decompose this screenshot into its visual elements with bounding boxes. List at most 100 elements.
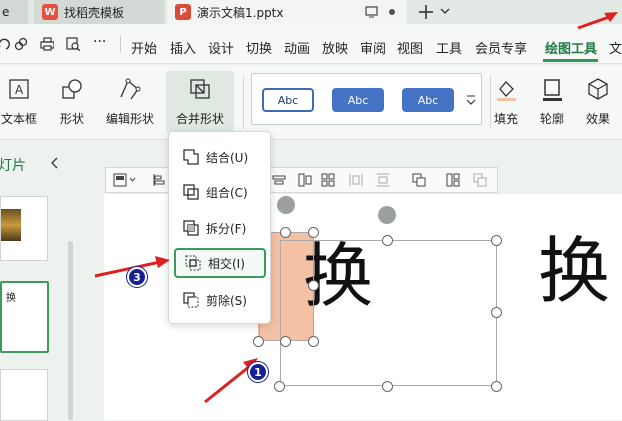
merge-union-item[interactable]: 结合(U): [174, 142, 266, 172]
panel-scrollbar[interactable]: [68, 241, 73, 420]
unsaved-dot-icon: [389, 9, 395, 15]
textbox-label: 文本框: [0, 112, 37, 126]
ppt-icon: P: [175, 4, 191, 20]
edit-shape-label: 编辑形状: [105, 112, 154, 126]
menu-view[interactable]: 视图: [397, 38, 423, 57]
monitor-icon[interactable]: [365, 6, 378, 18]
align-left-icon[interactable]: [152, 173, 166, 187]
shape-style-gallery: Abc Abc Abc: [251, 73, 482, 125]
resize-handle[interactable]: [253, 336, 264, 347]
resize-handle[interactable]: [280, 336, 291, 347]
merge-shape-label: 合并形状: [175, 112, 224, 126]
thumbnail-image: [1, 209, 21, 241]
menu-text-partial[interactable]: 文: [609, 38, 622, 57]
fill-bucket-icon: [497, 81, 516, 101]
print-icon[interactable]: [40, 37, 54, 51]
menu-home[interactable]: 开始: [131, 38, 157, 57]
edit-shape-icon: [120, 78, 141, 100]
menu-tools[interactable]: 工具: [436, 38, 462, 57]
dropdown-label: 组合(C): [206, 185, 248, 200]
textbox-icon: A: [9, 79, 29, 99]
resize-handle[interactable]: [274, 381, 285, 392]
rotate-handle-icon[interactable]: [277, 196, 295, 214]
menu-transition[interactable]: 切换: [246, 38, 272, 57]
merge-combine-item[interactable]: 组合(C): [174, 177, 266, 207]
select-pane-icon[interactable]: [113, 173, 127, 187]
tab-template[interactable]: W 找稻壳模板: [34, 0, 164, 24]
text-shape-right[interactable]: 换: [538, 230, 610, 312]
distribute-vertical-icon[interactable]: [376, 173, 390, 187]
tab-presentation[interactable]: P 演示文稿1.pptx: [167, 0, 407, 24]
merge-shape-icon: [190, 79, 210, 99]
menu-design[interactable]: 设计: [208, 38, 234, 57]
resize-handle[interactable]: [308, 280, 319, 291]
more-menu-button[interactable]: ···: [93, 34, 106, 50]
effect-cube-icon: [588, 78, 608, 100]
panel-title: 灯片: [0, 158, 26, 174]
resize-handle[interactable]: [308, 336, 319, 347]
shape-button[interactable]: 形状: [50, 71, 94, 133]
resize-handle[interactable]: [491, 307, 502, 318]
arrange-icon[interactable]: [446, 173, 460, 187]
resize-handle[interactable]: [308, 227, 319, 238]
merge-shape-button[interactable]: 合并形状: [166, 71, 234, 133]
slide-thumbnail-2[interactable]: 换: [0, 281, 49, 353]
resize-handle[interactable]: [491, 235, 502, 246]
gallery-more-icon[interactable]: [466, 94, 476, 106]
align-center-icon[interactable]: [272, 173, 286, 187]
chevron-down-icon[interactable]: [440, 8, 450, 16]
dropdown-label: 剪除(S): [206, 293, 247, 308]
outline-button[interactable]: 轮廓: [530, 71, 574, 133]
tab-partial[interactable]: e: [0, 0, 28, 24]
distribute-horizontal-icon[interactable]: [349, 173, 363, 187]
resize-handle[interactable]: [280, 227, 291, 238]
collapse-panel-icon[interactable]: [50, 157, 58, 169]
distribute-icon[interactable]: [321, 173, 335, 187]
resize-handle[interactable]: [382, 381, 393, 392]
chevron-down-icon[interactable]: [129, 177, 136, 183]
resize-handle[interactable]: [491, 381, 502, 392]
new-tab-plus-icon[interactable]: [418, 4, 434, 20]
rotate-handle-icon[interactable]: [378, 206, 396, 224]
merge-shape-dropdown: 结合(U) 组合(C) 拆分(F) 相交(I) 剪除(S): [168, 131, 271, 324]
merge-subtract-item[interactable]: 剪除(S): [174, 285, 266, 315]
align-middle-icon[interactable]: [298, 173, 312, 187]
resize-handle[interactable]: [382, 235, 393, 246]
tab-label: 找稻壳模板: [64, 5, 125, 20]
outline-label: 轮廓: [539, 112, 564, 126]
slide-thumbnail-panel: 灯片 换: [0, 141, 78, 421]
menu-bar: ··· 开始 插入 设计 切换 动画 放映 审阅 视图 工具 会员专享 绘图工具…: [0, 24, 622, 64]
shape-label: 形状: [59, 112, 84, 126]
svg-text:A: A: [15, 83, 24, 97]
tab-label: 演示文稿1.pptx: [197, 5, 284, 20]
menu-insert[interactable]: 插入: [170, 38, 196, 57]
step-badge-1: 1: [248, 362, 268, 382]
fill-label: 填充: [493, 112, 518, 126]
edit-shape-button[interactable]: 编辑形状: [98, 71, 162, 133]
menu-member[interactable]: 会员专享: [475, 38, 527, 57]
dropdown-label: 相交(I): [208, 256, 245, 271]
effect-button[interactable]: 效果: [576, 71, 620, 133]
active-tab-underline: [543, 59, 598, 62]
slide-thumbnail-3[interactable]: [0, 369, 48, 421]
ungroup-icon[interactable]: [473, 173, 487, 187]
print-preview-icon[interactable]: [66, 37, 80, 51]
merge-intersect-item[interactable]: 相交(I): [174, 248, 266, 278]
link-icon[interactable]: [14, 37, 28, 51]
menu-slideshow[interactable]: 放映: [322, 38, 348, 57]
merge-fragment-item[interactable]: 拆分(F): [174, 213, 266, 243]
slide-thumbnail-1[interactable]: [0, 196, 48, 261]
wps-icon: W: [42, 4, 58, 20]
shape-style-2[interactable]: Abc: [332, 88, 384, 112]
shape-style-3[interactable]: Abc: [402, 88, 454, 112]
fragment-icon: [183, 220, 199, 236]
ribbon-divider: [243, 75, 244, 129]
undo-icon[interactable]: [0, 37, 10, 51]
shape-style-1[interactable]: Abc: [262, 88, 314, 112]
textbox-button[interactable]: A 文本框: [0, 71, 44, 133]
fill-button[interactable]: 填充: [484, 71, 528, 133]
menu-animation[interactable]: 动画: [284, 38, 310, 57]
menu-review[interactable]: 审阅: [360, 38, 386, 57]
group-icon[interactable]: [412, 173, 426, 187]
menu-drawing-tools[interactable]: 绘图工具: [545, 38, 597, 57]
